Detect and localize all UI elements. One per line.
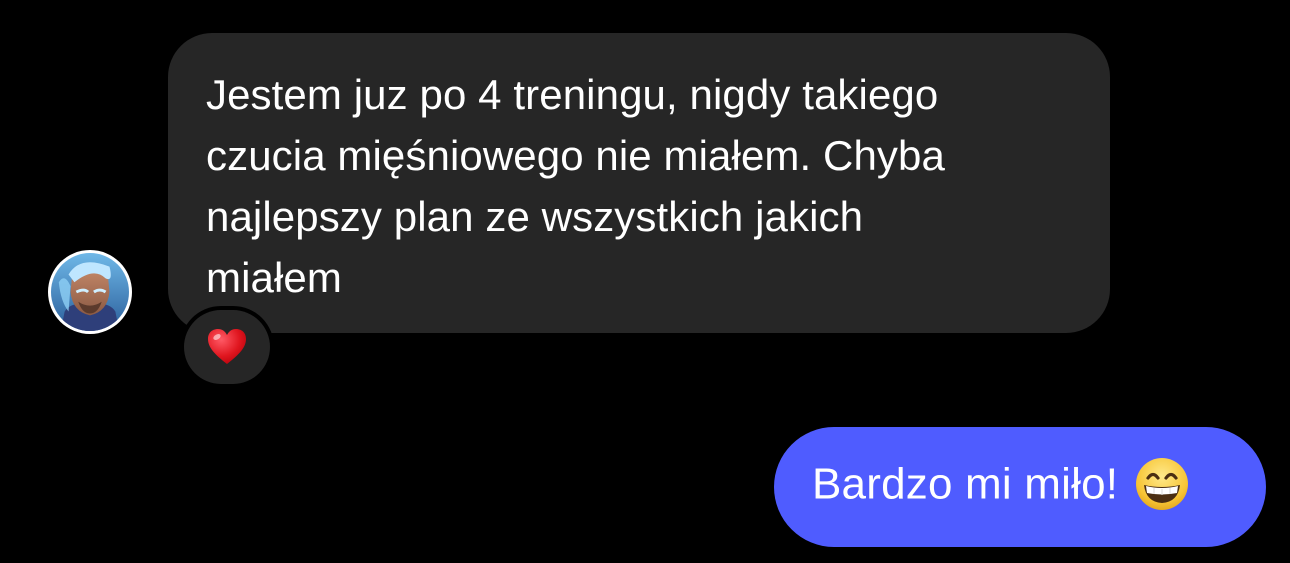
incoming-message-bubble[interactable]: Jestem juz po 4 treningu, nigdy takiego … [168,33,1110,333]
sender-avatar[interactable] [48,250,132,334]
outgoing-message-text: Bardzo mi miło! [812,459,1119,509]
grinning-face-icon [1134,456,1190,512]
message-reaction[interactable] [180,306,274,388]
reaction-pill [184,310,270,384]
outgoing-message-content: Bardzo mi miło! [812,456,1190,515]
avatar-image-icon [51,253,129,331]
outgoing-message-bubble[interactable]: Bardzo mi miło! [774,427,1266,547]
incoming-message-text: Jestem juz po 4 treningu, nigdy takiego … [206,71,945,301]
chat-thread: Jestem juz po 4 treningu, nigdy takiego … [0,0,1290,563]
heart-icon [208,329,246,364]
